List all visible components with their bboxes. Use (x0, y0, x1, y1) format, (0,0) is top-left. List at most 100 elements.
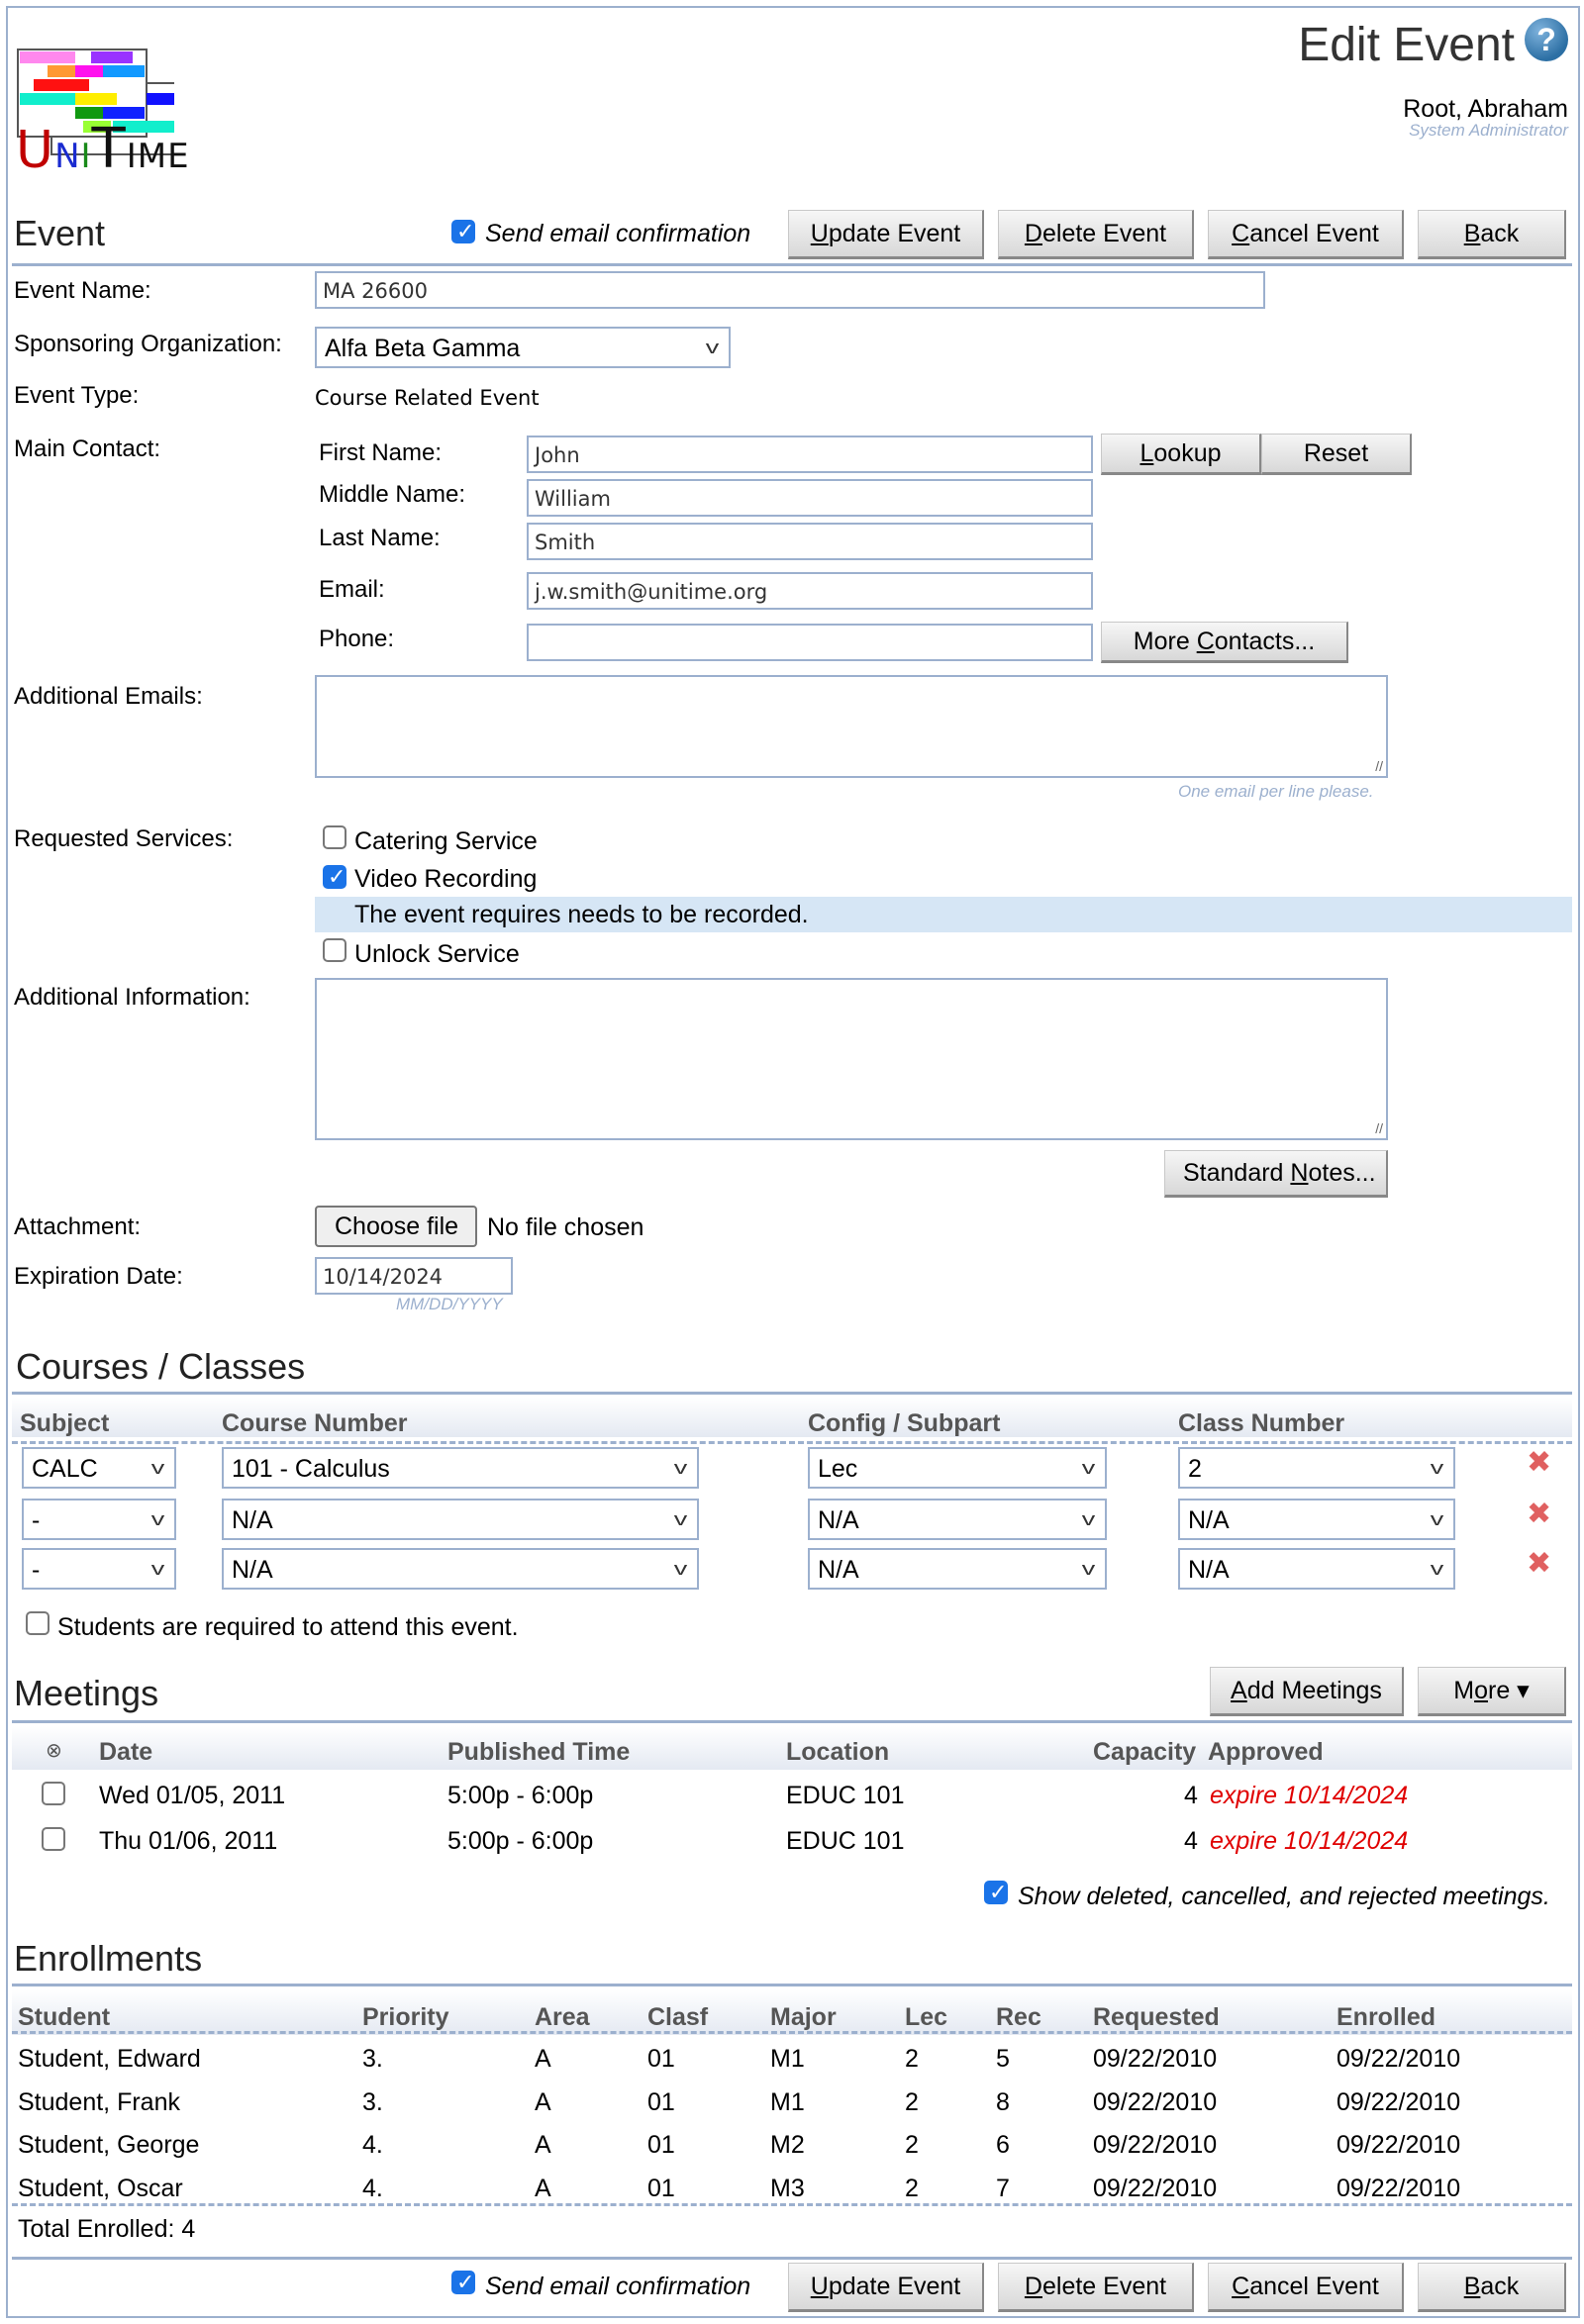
event-name-input[interactable]: MA 26600 (315, 271, 1265, 309)
event-type-label: Event Type: (14, 382, 140, 409)
chevron-down-icon: v (1430, 1509, 1444, 1529)
show-deleted-checkbox[interactable] (984, 1880, 1008, 1905)
section-title-enrollments: Enrollments (14, 1938, 203, 1979)
back-button-top[interactable]: Back (1418, 210, 1566, 259)
subject-select[interactable]: CALC v (22, 1447, 176, 1489)
send-email-checkbox-bottom[interactable] (451, 2270, 475, 2295)
enrollment-clasf: 01 (647, 2174, 675, 2202)
chevron-down-icon: v (705, 338, 720, 357)
enrollment-lec: 2 (905, 2174, 919, 2202)
enrollment-area: A (535, 2045, 551, 2073)
enrollment-priority: 4. (362, 2131, 383, 2159)
column-header-published-time: Published Time (447, 1738, 631, 1766)
additional-info-textarea[interactable]: // (315, 978, 1388, 1140)
additional-emails-textarea[interactable]: // (315, 675, 1388, 778)
column-header-priority: Priority (362, 2003, 449, 2031)
section-divider (12, 1392, 1572, 1395)
class-number-select[interactable]: N/A v (1178, 1548, 1455, 1590)
unlock-service-checkbox[interactable] (323, 938, 346, 962)
video-recording-note: The event requires needs to be recorded. (354, 901, 809, 928)
last-name-input[interactable]: Smith (527, 523, 1093, 560)
video-recording-checkbox[interactable] (323, 864, 346, 890)
main-contact-label: Main Contact: (14, 436, 161, 462)
subject-select[interactable]: -v (22, 1548, 176, 1590)
enrollment-requested: 09/22/2010 (1093, 2131, 1218, 2159)
lookup-button[interactable]: Lookup (1101, 434, 1261, 475)
page-title: Edit Event (1298, 19, 1515, 71)
middle-name-input[interactable]: William (527, 479, 1093, 517)
meeting-location: EDUC 101 (786, 1782, 905, 1809)
meeting-time: 5:00p - 6:00p (447, 1782, 594, 1809)
update-event-button-top[interactable]: Update Event (788, 210, 984, 259)
more-contacts-button[interactable]: More Contacts... (1101, 622, 1348, 663)
add-meetings-button[interactable]: Add Meetings (1210, 1667, 1404, 1716)
phone-input[interactable] (527, 624, 1093, 661)
chevron-down-icon: v (673, 1559, 688, 1579)
standard-notes-button[interactable]: Standard Notes... (1164, 1150, 1388, 1198)
enrollment-lec: 2 (905, 2087, 919, 2116)
section-divider (12, 1984, 1572, 1986)
meeting-select-checkbox[interactable] (42, 1782, 65, 1805)
column-header-location: Location (786, 1738, 890, 1766)
send-email-checkbox-top[interactable] (451, 219, 475, 244)
select-all-icon[interactable]: ⊗ (46, 1738, 62, 1763)
unlock-service-label: Unlock Service (354, 940, 520, 968)
course-number-select[interactable]: N/A v (222, 1548, 699, 1590)
config-subpart-select[interactable]: N/A v (808, 1499, 1107, 1540)
choose-file-button[interactable]: Choose file (315, 1206, 477, 1247)
delete-row-icon[interactable]: ✖ (1527, 1546, 1551, 1581)
email-input[interactable]: j.w.smith@unitime.org (527, 572, 1093, 610)
help-icon[interactable]: ? (1525, 18, 1568, 61)
column-header-lec: Lec (905, 2003, 948, 2031)
students-required-checkbox[interactable] (26, 1611, 50, 1635)
course-number-select[interactable]: N/A v (222, 1499, 699, 1540)
update-event-button-bottom[interactable]: Update Event (788, 2263, 984, 2312)
send-email-label-bottom: Send email confirmation (485, 2273, 751, 2300)
course-number-select[interactable]: 101 - Calculus v (222, 1447, 699, 1489)
resize-grip-icon[interactable]: // (1375, 758, 1383, 774)
cancel-event-button-bottom[interactable]: Cancel Event (1208, 2263, 1404, 2312)
column-header-clasf: Clasf (647, 2003, 709, 2031)
back-button-bottom[interactable]: Back (1418, 2263, 1566, 2312)
more-dropdown-button[interactable]: More ▾ (1418, 1667, 1566, 1716)
catering-service-checkbox[interactable] (323, 825, 346, 849)
enrollment-student: Student, Edward (18, 2045, 201, 2073)
meeting-select-checkbox[interactable] (42, 1827, 65, 1851)
config-subpart-select[interactable]: Lec v (808, 1447, 1107, 1489)
class-number-select[interactable]: 2v (1178, 1447, 1455, 1489)
delete-row-icon[interactable]: ✖ (1527, 1497, 1551, 1531)
cancel-event-button-top[interactable]: Cancel Event (1208, 210, 1404, 259)
section-divider (12, 1720, 1572, 1723)
delete-event-button-bottom[interactable]: Delete Event (998, 2263, 1194, 2312)
subject-select[interactable]: -v (22, 1499, 176, 1540)
config-subpart-select[interactable]: N/A v (808, 1548, 1107, 1590)
first-name-input[interactable]: John (527, 436, 1093, 473)
column-header-major: Major (770, 2003, 837, 2031)
class-number-select[interactable]: N/A v (1178, 1499, 1455, 1540)
total-enrolled: Total Enrolled: 4 (18, 2215, 196, 2243)
section-title-meetings: Meetings (14, 1673, 159, 1713)
resize-grip-icon[interactable]: // (1375, 1120, 1383, 1136)
sponsor-select[interactable]: Alfa Beta Gamma v (315, 327, 731, 368)
middle-name-label: Middle Name: (319, 481, 466, 508)
section-divider (12, 263, 1572, 266)
delete-event-button-top[interactable]: Delete Event (998, 210, 1194, 259)
enrollment-lec: 2 (905, 2131, 919, 2159)
meeting-capacity: 4 (1184, 1782, 1198, 1809)
column-header-course-number: Course Number (222, 1409, 408, 1437)
phone-label: Phone: (319, 626, 395, 652)
reset-button[interactable]: Reset (1261, 434, 1412, 475)
user-name[interactable]: Root, Abraham (1403, 95, 1568, 124)
enrollment-enrolled: 09/22/2010 (1336, 2045, 1461, 2073)
meeting-approved-status: expire 10/14/2024 (1210, 1782, 1409, 1809)
column-header-student: Student (18, 2003, 111, 2031)
column-header-date: Date (99, 1738, 153, 1766)
enrollment-priority: 4. (362, 2174, 383, 2202)
enrollment-student: Student, George (18, 2131, 200, 2159)
column-header-subject: Subject (20, 1409, 110, 1437)
expiration-date-input[interactable]: 10/14/2024 (315, 1257, 513, 1295)
enrollment-requested: 09/22/2010 (1093, 2174, 1218, 2202)
delete-row-icon[interactable]: ✖ (1527, 1445, 1551, 1480)
enrollment-clasf: 01 (647, 2045, 675, 2073)
enrollment-enrolled: 09/22/2010 (1336, 2087, 1461, 2116)
